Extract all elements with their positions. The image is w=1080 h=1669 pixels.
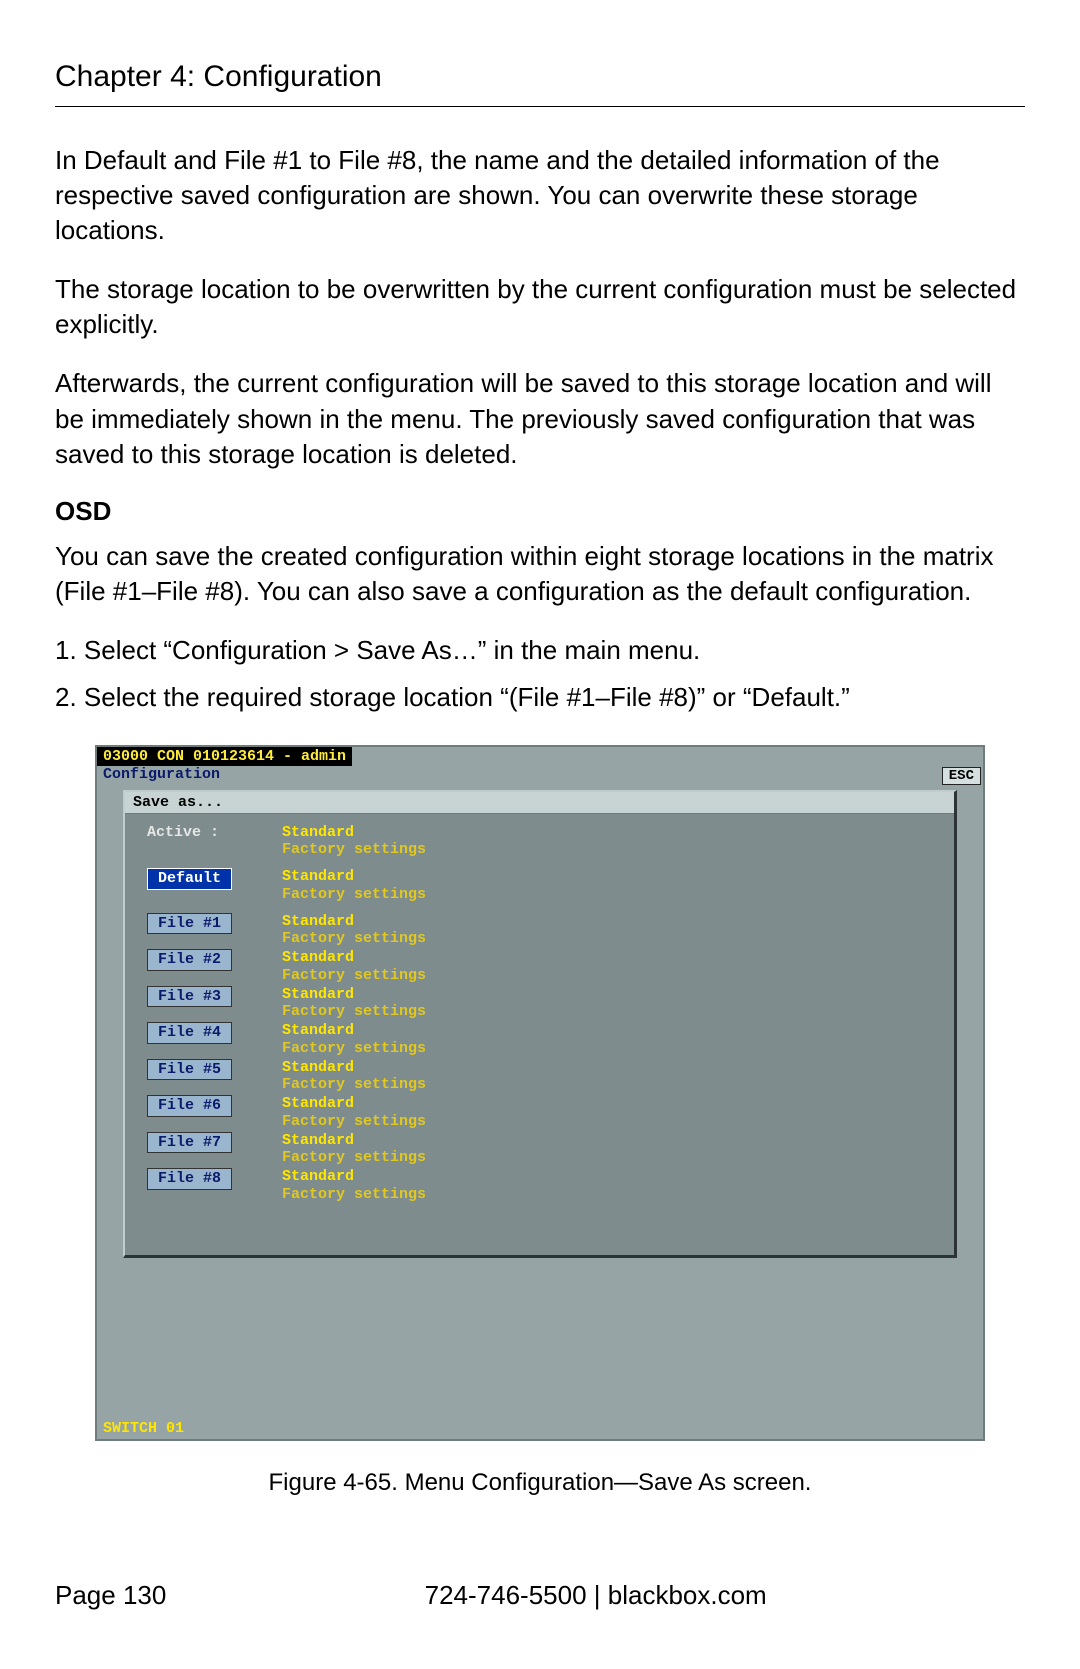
paragraph: You can save the created configuration w…: [55, 539, 1025, 609]
chapter-title: Chapter 4: Configuration: [55, 60, 1025, 94]
saveas-header: Save as...: [125, 792, 954, 814]
divider: [55, 106, 1025, 107]
osd-value: StandardFactory settings: [282, 1022, 426, 1057]
osd-row: File #7 StandardFactory settings: [147, 1132, 938, 1167]
step-2: 2. Select the required storage location …: [55, 680, 1025, 715]
file-button[interactable]: File #5: [147, 1059, 232, 1080]
osd-row: File #1 StandardFactory settings: [147, 913, 938, 948]
osd-footer: SWITCH 01: [97, 1418, 983, 1439]
page-footer: Page 130 724-746-5500 | blackbox.com: [55, 1580, 1025, 1611]
file-button[interactable]: File #8: [147, 1168, 232, 1189]
esc-button[interactable]: ESC: [942, 767, 981, 785]
osd-row: File #8 StandardFactory settings: [147, 1168, 938, 1203]
active-label: Active :: [147, 824, 219, 841]
osd-row: File #2 StandardFactory settings: [147, 949, 938, 984]
osd-value: StandardFactory settings: [282, 913, 426, 948]
osd-value: StandardFactory settings: [282, 824, 426, 859]
file-button[interactable]: File #2: [147, 949, 232, 970]
osd-panel: Save as... Active : StandardFactory setti…: [123, 790, 957, 1258]
page-number: Page 130: [55, 1580, 166, 1611]
osd-value: StandardFactory settings: [282, 1132, 426, 1167]
osd-heading: OSD: [55, 496, 1025, 527]
osd-value: StandardFactory settings: [282, 949, 426, 984]
osd-row: File #5 StandardFactory settings: [147, 1059, 938, 1094]
osd-value: StandardFactory settings: [282, 868, 426, 903]
file-button[interactable]: File #6: [147, 1095, 232, 1116]
file-button[interactable]: File #4: [147, 1022, 232, 1043]
osd-row: File #3 StandardFactory settings: [147, 986, 938, 1021]
paragraph: Afterwards, the current configuration wi…: [55, 366, 1025, 471]
osd-row: Default StandardFactory settings: [147, 868, 938, 903]
osd-title: 03000 CON 010123614 - admin: [97, 747, 352, 766]
osd-screenshot: 03000 CON 010123614 - admin Configuratio…: [95, 745, 985, 1497]
osd-row: Active : StandardFactory settings: [147, 824, 938, 859]
osd-row: File #6 StandardFactory settings: [147, 1095, 938, 1130]
osd-value: StandardFactory settings: [282, 986, 426, 1021]
paragraph: In Default and File #1 to File #8, the n…: [55, 143, 1025, 248]
osd-value: StandardFactory settings: [282, 1095, 426, 1130]
osd-row: File #4 StandardFactory settings: [147, 1022, 938, 1057]
default-button[interactable]: Default: [147, 868, 232, 889]
file-button[interactable]: File #7: [147, 1132, 232, 1153]
osd-value: StandardFactory settings: [282, 1168, 426, 1203]
osd-value: StandardFactory settings: [282, 1059, 426, 1094]
file-button[interactable]: File #1: [147, 913, 232, 934]
figure-caption: Figure 4-65. Menu Configuration—Save As …: [95, 1469, 985, 1497]
footer-contact: 724-746-5500 | blackbox.com: [166, 1580, 1025, 1611]
step-1: 1. Select “Configuration > Save As…” in …: [55, 633, 1025, 668]
osd-config-label: Configuration: [97, 766, 226, 785]
paragraph: The storage location to be overwritten b…: [55, 272, 1025, 342]
file-button[interactable]: File #3: [147, 986, 232, 1007]
